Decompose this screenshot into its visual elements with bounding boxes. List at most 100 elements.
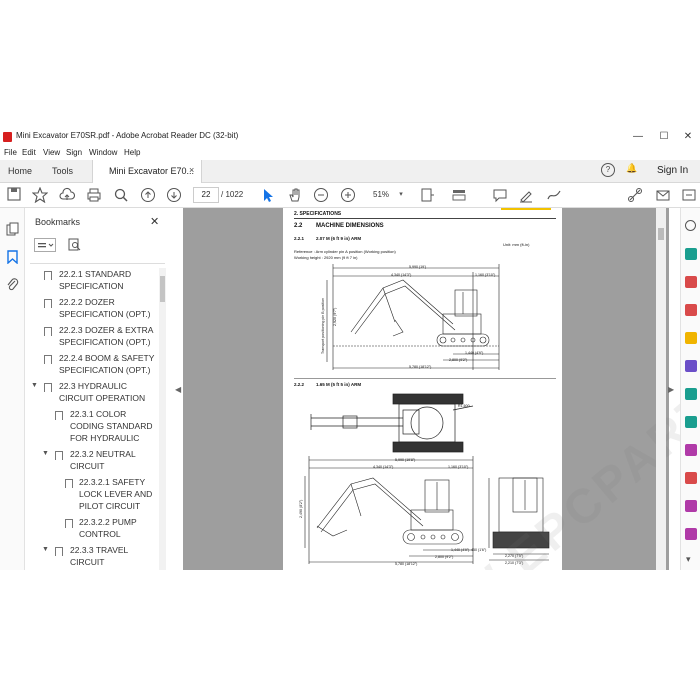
bookmark-line: 22.3.2 NEUTRAL (70, 449, 136, 459)
protect-icon[interactable] (685, 472, 697, 484)
bookmarks-scroll-thumb[interactable] (160, 276, 165, 302)
compress-pdf-icon[interactable] (685, 416, 697, 428)
cloud-upload-icon[interactable] (59, 187, 76, 203)
zoom-out-icon[interactable] (313, 187, 329, 203)
email-icon[interactable] (655, 187, 671, 203)
tab-document[interactable]: Mini Excavator E70... × (92, 160, 202, 183)
bookmarks-icon[interactable] (6, 250, 19, 269)
help-icon[interactable]: ? (601, 163, 615, 177)
bookmark-flag-icon (55, 411, 63, 420)
right-tools-rail: ▾ (680, 208, 700, 570)
bookmark-flag-icon (65, 519, 73, 528)
highlight-pen-icon[interactable] (518, 187, 534, 203)
bookmark-item[interactable]: 22.3 HYDRAULIC CIRCUIT OPERATION (59, 380, 145, 404)
export-pdf-icon[interactable] (685, 248, 697, 260)
bookmark-item[interactable]: 22.3.2.2 PUMP CONTROL (79, 516, 137, 540)
bookmark-item[interactable]: 22.2.3 DOZER & EXTRA SPECIFICATION (OPT.… (59, 324, 153, 348)
zoom-level[interactable]: 51% (373, 190, 389, 199)
dimension-label: 5,780 (18'12") (395, 562, 418, 566)
tab-home[interactable]: Home (8, 160, 32, 182)
dimension-label: 4,340 (14'3") (373, 465, 394, 469)
create-pdf-icon[interactable] (685, 276, 697, 288)
organize-pages-icon[interactable] (685, 388, 697, 400)
page-section-header: 2. SPECIFICATIONS (294, 211, 342, 217)
bookmark-flag-icon (55, 547, 63, 556)
bookmark-line: CONTROL (79, 529, 121, 539)
more-tools-icon[interactable] (681, 187, 697, 203)
sign-in-button[interactable]: Sign In (657, 165, 688, 176)
search-icon[interactable] (113, 187, 129, 203)
menu-file[interactable]: File (4, 148, 17, 157)
menu-edit[interactable]: Edit (22, 148, 36, 157)
combine-files-icon[interactable] (685, 360, 697, 372)
bookmarks-panel: Bookmarks ✕ 22.2.1 STANDARD SPECIFICATIO… (25, 208, 170, 570)
star-icon[interactable] (31, 186, 49, 204)
bell-icon[interactable]: 🔔 (626, 163, 637, 174)
bookmarks-header: Bookmarks (35, 217, 81, 227)
dimension-label: 4,340 (14'3") (391, 273, 412, 277)
bookmark-item[interactable]: 22.3.3 TRAVEL CIRCUIT (70, 544, 128, 568)
document-viewport[interactable]: 2. SPECIFICATIONS 2.2 MACHINE DIMENSIONS… (183, 208, 700, 570)
bookmark-item[interactable]: 22.2.1 STANDARD SPECIFICATION (59, 268, 131, 292)
close-window-button[interactable]: ✕ (676, 129, 700, 145)
document-scroll-thumb[interactable] (658, 228, 664, 240)
zoom-in-icon[interactable] (340, 187, 356, 203)
menu-help[interactable]: Help (124, 148, 140, 157)
search-tools-icon[interactable] (685, 220, 696, 231)
close-panel-icon[interactable]: ✕ (150, 215, 159, 228)
tab-tools[interactable]: Tools (52, 160, 73, 182)
page-count: / 1022 (221, 190, 244, 199)
menu-view[interactable]: View (43, 148, 60, 157)
scroll-mode-icon[interactable] (451, 187, 467, 203)
select-cursor-icon[interactable] (260, 187, 276, 203)
page-thumbnails-icon[interactable] (6, 222, 19, 241)
bookmark-item[interactable]: 22.3.2.1 SAFETY LOCK LEVER AND PILOT CIR… (79, 476, 152, 512)
menu-window[interactable]: Window (89, 148, 117, 157)
bookmark-options-icon[interactable] (34, 238, 56, 252)
bookmark-line: CIRCUIT (70, 461, 105, 471)
comment-tool-icon[interactable] (685, 332, 697, 344)
send-for-signature-icon[interactable] (685, 500, 697, 512)
maximize-button[interactable]: ☐ (652, 129, 676, 145)
acrobat-window: Mini Excavator E70SR.pdf - Adobe Acrobat… (0, 128, 700, 570)
bookmark-flag-icon (65, 479, 73, 488)
next-page-icon[interactable] (166, 187, 182, 203)
bookmark-line: 22.3 HYDRAULIC (59, 381, 128, 391)
hand-tool-icon[interactable] (287, 187, 303, 203)
print-icon[interactable] (86, 187, 102, 203)
bookmark-item[interactable]: 22.2.4 BOOM & SAFETY SPECIFICATION (OPT.… (59, 352, 154, 376)
collapse-chevron-icon[interactable]: ▼ (42, 546, 49, 553)
zoom-dropdown-chevron-icon[interactable]: ▾ (393, 187, 409, 203)
draw-icon[interactable] (546, 187, 562, 203)
previous-page-icon[interactable] (140, 187, 156, 203)
bookmark-item[interactable]: 22.3.1 COLOR CODING STANDARD FOR HYDRAUL… (70, 408, 153, 444)
menu-sign[interactable]: Sign (66, 148, 82, 157)
document-scrollbar[interactable] (656, 208, 666, 570)
more-chevron-icon[interactable]: ▾ (686, 554, 691, 565)
share-link-icon[interactable] (627, 187, 643, 203)
page-number-input[interactable]: 22 (193, 187, 219, 203)
find-bookmark-icon[interactable] (68, 238, 81, 256)
bookmark-item[interactable]: 22.3.2 NEUTRAL CIRCUIT (70, 448, 136, 472)
unit-label: Unit: mm (ft-in) (503, 242, 530, 247)
comment-icon[interactable] (492, 187, 508, 203)
page-fit-icon[interactable] (419, 187, 435, 203)
bookmark-item[interactable]: 22.2.2 DOZER SPECIFICATION (OPT.) (59, 296, 150, 320)
subsection-title: 1.65 M (5 ft 5 in) ARM (316, 382, 362, 387)
request-signature-icon[interactable] (685, 528, 697, 540)
bookmark-flag-icon (44, 271, 52, 280)
subsection-number: 2.2.1 (294, 236, 305, 241)
close-tab-icon[interactable]: × (189, 165, 194, 175)
bookmarks-scrollbar[interactable] (159, 268, 166, 570)
minimize-button[interactable]: — (626, 129, 650, 145)
collapse-chevron-icon[interactable]: ▼ (31, 382, 38, 389)
save-icon[interactable] (6, 187, 22, 203)
edit-pdf-icon[interactable] (685, 304, 697, 316)
attachment-icon[interactable] (6, 278, 19, 297)
collapse-chevron-icon[interactable]: ▼ (42, 450, 49, 457)
dimension-label: 1,440 (4'9") (451, 548, 470, 552)
fill-sign-icon[interactable] (685, 444, 697, 456)
panel-collapse-handle-icon[interactable]: ◀ (175, 385, 181, 394)
excavator-top-view-drawing (310, 393, 474, 453)
right-panel-expand-handle-icon[interactable]: ▶ (668, 385, 674, 394)
